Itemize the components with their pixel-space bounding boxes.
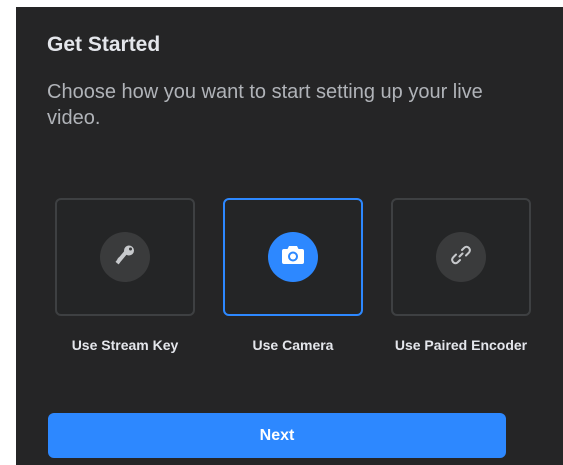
use-camera-label[interactable]: Use Camera — [208, 337, 378, 353]
next-button[interactable]: Next — [48, 413, 506, 458]
camera-icon — [281, 244, 305, 271]
use-paired-encoder-label[interactable]: Use Paired Encoder — [376, 337, 546, 353]
top-edge — [16, 0, 563, 7]
use-camera-option[interactable] — [223, 198, 363, 316]
link-icon-circle — [436, 232, 486, 282]
use-paired-encoder-option[interactable] — [391, 198, 531, 316]
page-title: Get Started — [47, 33, 161, 56]
use-stream-key-option[interactable] — [55, 198, 195, 316]
link-icon — [449, 243, 473, 272]
page-subtitle: Choose how you want to start setting up … — [47, 81, 483, 129]
camera-icon-circle — [268, 232, 318, 282]
key-icon-circle — [100, 232, 150, 282]
key-icon — [112, 242, 138, 273]
use-stream-key-label[interactable]: Use Stream Key — [40, 337, 210, 353]
get-started-panel: Get Started Choose how you want to start… — [16, 7, 563, 465]
